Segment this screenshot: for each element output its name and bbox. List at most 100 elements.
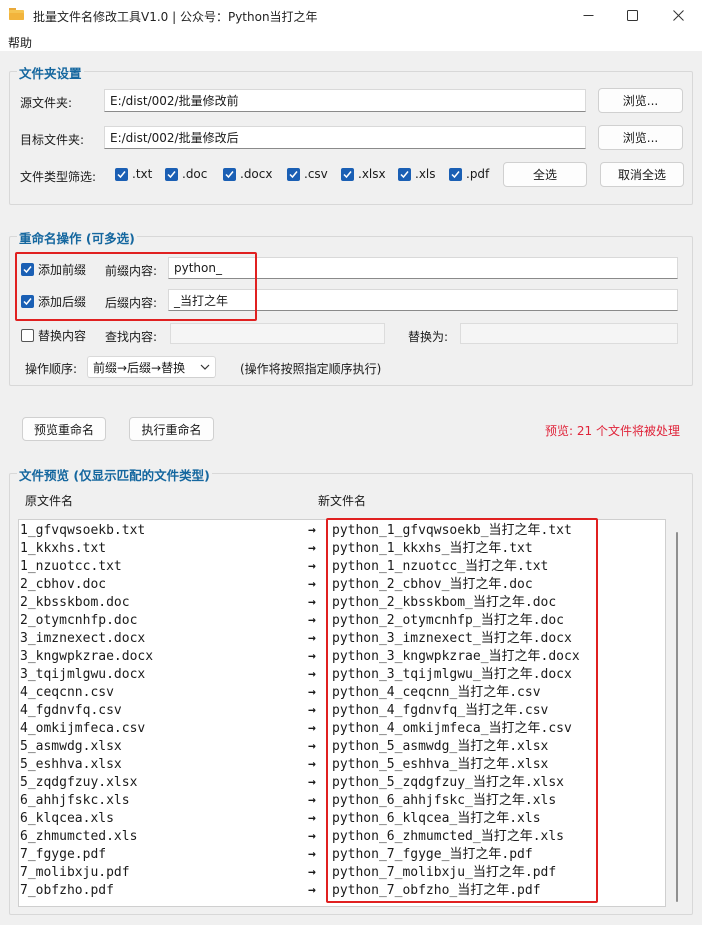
list-item-old-name: 2_kbsskbom.doc <box>20 595 130 610</box>
preview-rename-button[interactable]: 预览重命名 <box>22 417 106 441</box>
list-item-old-name: 1_gfvqwsoekb.txt <box>20 523 146 538</box>
arrow-right-icon: → <box>308 865 316 880</box>
col-old-header: 原文件名 <box>25 494 74 508</box>
checkbox-checked-icon <box>115 167 128 181</box>
list-item-old-name: 7_fgyge.pdf <box>20 847 107 862</box>
list-item-old-name: 2_cbhov.doc <box>20 577 107 592</box>
chevron-down-icon <box>200 364 210 370</box>
checkbox-checked-icon <box>287 167 300 181</box>
list-item-old-name: 3_imznexect.docx <box>20 631 146 646</box>
list-item-old-name: 1_nzuotcc.txt <box>20 559 122 574</box>
replace-checkbox[interactable]: 替换内容 <box>21 327 86 344</box>
list-item-old-name: 3_kngwpkzrae.docx <box>20 649 154 664</box>
filter-xlsx-checkbox[interactable]: .xlsx <box>341 167 386 181</box>
find-input[interactable] <box>170 323 385 344</box>
maximize-button[interactable] <box>610 0 654 31</box>
arrow-right-icon: → <box>308 577 316 592</box>
old-names-column: 1_gfvqwsoekb.txt 1_kkxhs.txt 1_nzuotcc.txt… <box>20 522 153 900</box>
title-bar: 批量文件名修改工具V1.0 | 公众号：Python当打之年 <box>0 0 702 31</box>
checkbox-checked-icon <box>449 167 462 181</box>
list-item-old-name: 2_otymcnhfp.doc <box>20 613 138 628</box>
close-icon <box>672 10 684 21</box>
file-type-filter-label: 文件类型筛选: <box>20 170 97 184</box>
arrow-right-icon: → <box>308 541 316 556</box>
preview-scrollbar[interactable] <box>676 532 678 902</box>
browse-source-button[interactable]: 浏览... <box>598 88 683 113</box>
filter-doc-checkbox[interactable]: .doc <box>165 167 207 181</box>
arrow-right-icon: → <box>308 793 316 808</box>
list-item-old-name: 5_zqdgfzuy.xlsx <box>20 775 138 790</box>
rename-ops-title: 重命名操作 (可多选) <box>17 228 137 247</box>
checkbox-checked-icon <box>223 167 236 181</box>
arrow-right-icon: → <box>308 739 316 754</box>
replace-with-input[interactable] <box>460 323 678 344</box>
filter-txt-checkbox[interactable]: .txt <box>115 167 152 181</box>
close-button[interactable] <box>656 0 700 31</box>
filter-docx-label: .docx <box>240 167 273 181</box>
list-item-old-name: 4_omkijmfeca.csv <box>20 721 146 736</box>
arrow-right-icon: → <box>308 757 316 772</box>
minimize-icon <box>583 15 593 16</box>
list-item-old-name: 6_ahhjfskc.xls <box>20 793 130 808</box>
deselect-all-button[interactable]: 取消全选 <box>600 162 684 187</box>
list-item-old-name: 7_obfzho.pdf <box>20 883 114 898</box>
execute-rename-button[interactable]: 执行重命名 <box>129 417 214 441</box>
checkbox-checked-icon <box>398 167 411 181</box>
list-item-old-name: 4_fgdnvfq.csv <box>20 703 122 718</box>
menu-bar: 帮助 <box>0 31 702 51</box>
order-select[interactable]: 前缀→后缀→替换 <box>87 356 216 378</box>
filter-doc-label: .doc <box>182 167 208 181</box>
list-item-old-name: 4_ceqcnn.csv <box>20 685 114 700</box>
menu-help[interactable]: 帮助 <box>8 34 32 51</box>
arrow-right-icon: → <box>308 775 316 790</box>
minimize-button[interactable] <box>566 0 610 31</box>
arrow-right-icon: → <box>308 595 316 610</box>
order-select-value: 前缀→后缀→替换 <box>93 360 186 375</box>
list-item-old-name: 5_asmwdg.xlsx <box>20 739 122 754</box>
arrow-right-icon: → <box>308 649 316 664</box>
filter-csv-label: .csv <box>304 167 328 181</box>
arrow-right-icon: → <box>308 703 316 718</box>
filter-txt-label: .txt <box>132 167 153 181</box>
arrow-right-icon: → <box>308 613 316 628</box>
filter-csv-checkbox[interactable]: .csv <box>287 167 328 181</box>
list-item-old-name: 6_klqcea.xls <box>20 811 114 826</box>
filter-pdf-label: .pdf <box>466 167 490 181</box>
list-item-old-name: 3_tqijmlgwu.docx <box>20 667 146 682</box>
folder-settings-title: 文件夹设置 <box>17 63 84 82</box>
arrow-right-icon: → <box>308 847 316 862</box>
status-text: 预览: 21 个文件将被处理 <box>545 424 680 438</box>
browse-target-button[interactable]: 浏览... <box>598 125 683 150</box>
preview-title: 文件预览 (仅显示匹配的文件类型) <box>17 465 212 484</box>
arrow-right-icon: → <box>308 883 316 898</box>
order-hint: (操作将按照指定顺序执行) <box>240 362 382 376</box>
list-item-old-name: 7_molibxju.pdf <box>20 865 130 880</box>
checkbox-checked-icon <box>165 167 178 181</box>
target-folder-input[interactable]: E:/dist/002/批量修改后 <box>104 126 586 149</box>
filter-xls-checkbox[interactable]: .xls <box>398 167 436 181</box>
arrow-right-icon: → <box>308 811 316 826</box>
filter-pdf-checkbox[interactable]: .pdf <box>449 167 489 181</box>
select-all-button[interactable]: 全选 <box>503 162 587 187</box>
list-item-old-name: 6_zhmumcted.xls <box>20 829 138 844</box>
folder-icon <box>9 8 24 20</box>
arrow-right-icon: → <box>308 523 316 538</box>
target-folder-label: 目标文件夹: <box>20 133 85 147</box>
arrow-right-icon: → <box>308 829 316 844</box>
arrow-right-icon: → <box>308 631 316 646</box>
filter-xls-label: .xls <box>415 167 436 181</box>
arrow-right-icon: → <box>308 667 316 682</box>
source-folder-input[interactable]: E:/dist/002/批量修改前 <box>104 89 586 112</box>
list-item-old-name: 1_kkxhs.txt <box>20 541 107 556</box>
source-folder-label: 源文件夹: <box>20 96 73 110</box>
arrow-right-icon: → <box>308 559 316 574</box>
order-label: 操作顺序: <box>25 362 78 376</box>
filter-docx-checkbox[interactable]: .docx <box>223 167 272 181</box>
col-new-header: 新文件名 <box>318 494 367 508</box>
replace-label: 替换内容 <box>38 329 87 343</box>
list-item-old-name: 5_eshhva.xlsx <box>20 757 122 772</box>
checkbox-checked-icon <box>341 167 354 181</box>
maximize-icon <box>626 10 638 21</box>
highlight-box <box>326 518 598 903</box>
highlight-box <box>15 252 257 321</box>
